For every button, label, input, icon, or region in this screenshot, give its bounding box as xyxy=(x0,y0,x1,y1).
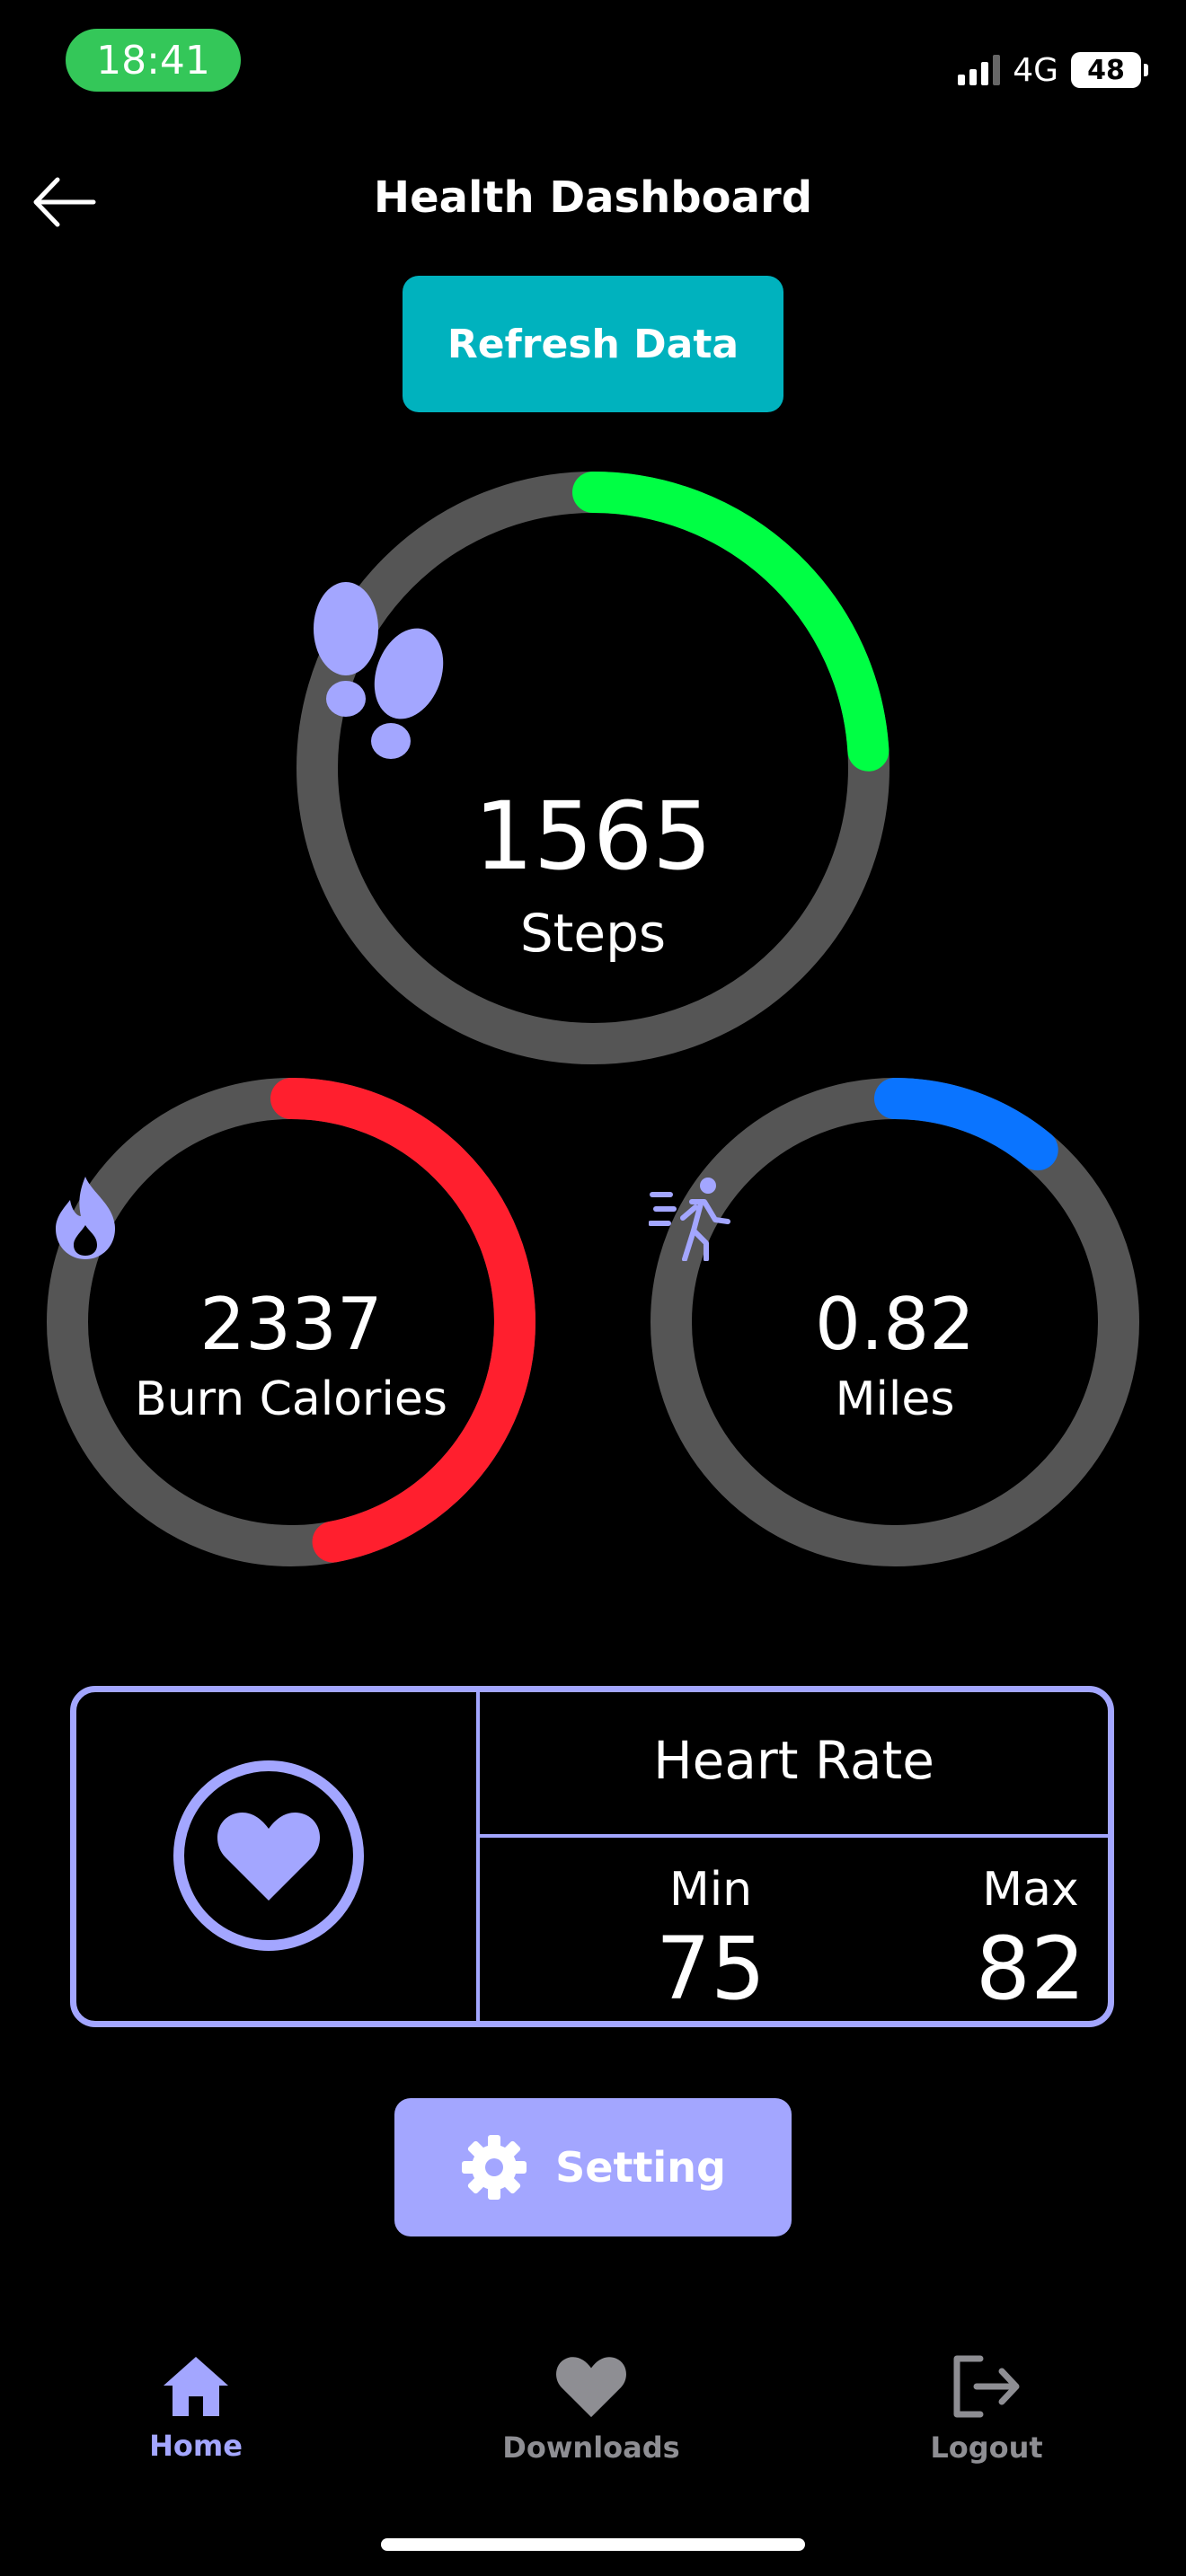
steps-value: 1565 xyxy=(474,781,712,891)
heart-rate-max: Max 82 xyxy=(882,1863,1179,2019)
steps-ring-graphic xyxy=(296,472,890,1064)
network-type: 4G xyxy=(1013,51,1058,89)
battery-level: 48 xyxy=(1087,54,1125,86)
miles-ring: 0.82 Miles xyxy=(649,1076,1141,1568)
card-divider-horizontal xyxy=(480,1834,1108,1838)
calories-ring: 2337 Burn Calories xyxy=(45,1076,537,1568)
heart-rate-badge xyxy=(173,1760,364,1951)
signal-icon xyxy=(958,55,1001,85)
max-value: 82 xyxy=(975,1919,1086,2019)
tab-logout-label: Logout xyxy=(930,2430,1043,2465)
heart-rate-min: Min 75 xyxy=(562,1863,859,2019)
setting-label: Setting xyxy=(555,2143,726,2192)
battery-icon: 48 xyxy=(1071,52,1148,88)
home-indicator xyxy=(381,2538,805,2551)
max-label: Max xyxy=(982,1863,1079,1917)
page-title: Health Dashboard xyxy=(373,172,813,223)
min-label: Min xyxy=(668,1863,753,1917)
tab-home[interactable]: Home xyxy=(79,2353,313,2463)
min-value: 75 xyxy=(655,1919,766,2019)
steps-ring: 1565 Steps xyxy=(296,472,890,1064)
miles-value: 0.82 xyxy=(814,1283,976,1366)
heart-icon xyxy=(556,2357,626,2418)
heart-rate-title: Heart Rate xyxy=(653,1730,934,1791)
setting-button[interactable]: Setting xyxy=(394,2098,792,2236)
tab-downloads[interactable]: Downloads xyxy=(474,2353,708,2465)
tab-downloads-label: Downloads xyxy=(502,2430,680,2465)
home-icon xyxy=(164,2357,228,2416)
tab-logout[interactable]: Logout xyxy=(870,2353,1103,2465)
heart-rate-card: Heart Rate Min 75 Max 82 xyxy=(70,1686,1114,2027)
steps-label: Steps xyxy=(519,903,667,964)
tab-home-label: Home xyxy=(149,2429,243,2463)
status-indicators: 4G 48 xyxy=(958,43,1148,97)
refresh-data-button[interactable]: Refresh Data xyxy=(403,276,783,412)
miles-label: Miles xyxy=(835,1372,955,1426)
status-time: 18:41 xyxy=(66,29,241,92)
gear-icon xyxy=(462,2135,527,2200)
heart-icon xyxy=(217,1812,321,1901)
calories-label: Burn Calories xyxy=(135,1372,447,1426)
logout-icon xyxy=(953,2355,1020,2418)
calories-value: 2337 xyxy=(199,1283,383,1366)
